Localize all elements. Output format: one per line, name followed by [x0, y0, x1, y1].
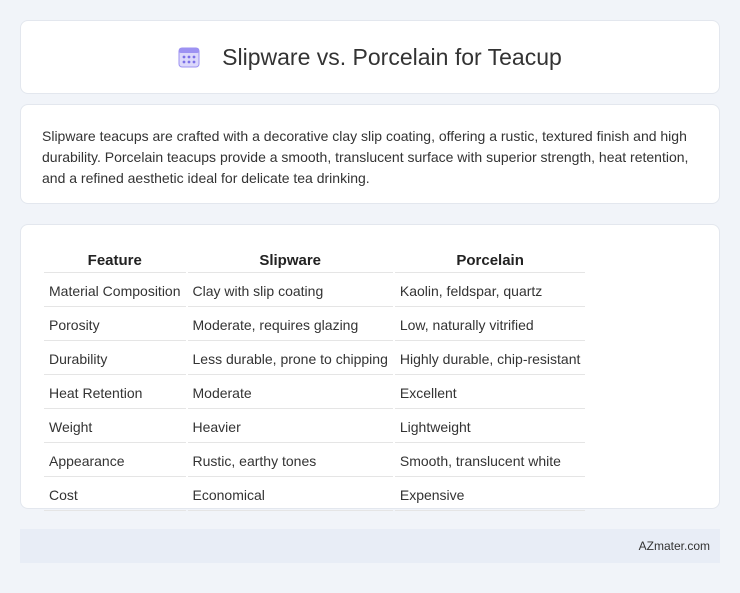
- cell-feature: Heat Retention: [44, 377, 186, 409]
- table-row: Durability Less durable, prone to chippi…: [44, 343, 586, 375]
- cell-slipware: Economical: [187, 479, 393, 511]
- footer-bar: AZmater.com: [20, 529, 720, 563]
- table-row: Appearance Rustic, earthy tones Smooth, …: [44, 445, 586, 477]
- page-title: Slipware vs. Porcelain for Teacup: [222, 43, 562, 70]
- cell-slipware: Less durable, prone to chipping: [187, 343, 393, 375]
- cell-feature: Weight: [44, 411, 186, 443]
- cell-porcelain: Excellent: [394, 377, 586, 409]
- cell-feature: Cost: [44, 479, 186, 511]
- table-row: Weight Heavier Lightweight: [44, 411, 586, 443]
- cell-porcelain: Lightweight: [394, 411, 586, 443]
- title-card: Slipware vs. Porcelain for Teacup: [20, 20, 720, 94]
- calendar-icon: [178, 46, 200, 68]
- header-feature: Feature: [44, 249, 186, 273]
- cell-feature: Durability: [44, 343, 186, 375]
- cell-feature: Appearance: [44, 445, 186, 477]
- cell-slipware: Moderate, requires glazing: [187, 309, 393, 341]
- cell-porcelain: Expensive: [394, 479, 586, 511]
- cell-slipware: Heavier: [187, 411, 393, 443]
- intro-paragraph: Slipware teacups are crafted with a deco…: [42, 128, 689, 186]
- cell-porcelain: Kaolin, feldspar, quartz: [394, 275, 586, 307]
- table-row: Material Composition Clay with slip coat…: [44, 275, 586, 307]
- cell-porcelain: Smooth, translucent white: [394, 445, 586, 477]
- cell-feature: Material Composition: [44, 275, 186, 307]
- comparison-table-card: Feature Slipware Porcelain Material Comp…: [20, 224, 720, 511]
- header-porcelain: Porcelain: [394, 249, 586, 273]
- table-row: Porosity Moderate, requires glazing Low,…: [44, 309, 586, 341]
- cell-porcelain: Low, naturally vitrified: [394, 309, 586, 341]
- table-header-row: Feature Slipware Porcelain: [44, 249, 586, 273]
- intro-card: Slipware teacups are crafted with a deco…: [20, 104, 720, 204]
- cell-slipware: Moderate: [187, 377, 393, 409]
- comparison-table: Feature Slipware Porcelain Material Comp…: [42, 247, 587, 513]
- table-row: Cost Economical Expensive: [44, 479, 586, 511]
- header-slipware: Slipware: [187, 249, 393, 273]
- cell-slipware: Clay with slip coating: [187, 275, 393, 307]
- table-row: Heat Retention Moderate Excellent: [44, 377, 586, 409]
- cell-porcelain: Highly durable, chip-resistant: [394, 343, 586, 375]
- cell-slipware: Rustic, earthy tones: [187, 445, 393, 477]
- cell-feature: Porosity: [44, 309, 186, 341]
- footer-brand: AZmater.com: [638, 539, 710, 553]
